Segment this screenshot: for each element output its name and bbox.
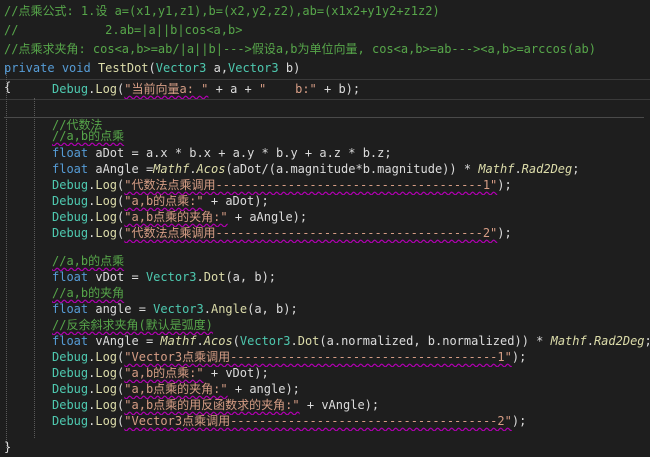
type-name: Mathf xyxy=(153,162,190,176)
method-name: TestDot xyxy=(97,61,149,75)
type-name: Vector3 xyxy=(228,61,279,75)
type-name: Vector3 xyxy=(239,334,291,348)
code-line[interactable]: Debug.Log("代数法点乘调用----------------------… xyxy=(52,224,650,243)
keyword: private xyxy=(4,61,55,75)
type-name: Debug xyxy=(52,382,89,396)
expression: a.x * b.x + a.y * b.y + a.z * b.z; xyxy=(145,146,392,160)
type-name: Mathf xyxy=(478,162,515,176)
type-name: Debug xyxy=(52,226,89,240)
keyword: void xyxy=(61,61,91,75)
method-name: Dot xyxy=(203,270,226,284)
method-name: Log xyxy=(95,178,118,192)
variable: vDot xyxy=(95,270,125,284)
type-name: Vector3 xyxy=(155,61,207,75)
type-name: Mathf xyxy=(550,334,587,348)
type-name: Debug xyxy=(52,82,89,96)
method-name: Log xyxy=(95,382,118,396)
string: "a,b点乘的用反函数求的夹角:" xyxy=(124,398,300,412)
comment: // 2.ab=|a||b|cos<a,b> xyxy=(4,23,243,37)
code-line[interactable]: //点乘求夹角: cos<a,b>=ab/|a||b|--->假设a,b为单位向… xyxy=(4,40,650,59)
method-name: Log xyxy=(95,210,118,224)
string: "当前向量a: " xyxy=(124,82,209,96)
expression: (a.normalized, b.normalized)) * xyxy=(319,334,551,348)
type-name: Debug xyxy=(52,414,89,428)
code-editor[interactable]: //点乘公式: 1.设 a=(x1,y1,z1),b=(x2,y2,z2),ab… xyxy=(0,0,650,455)
keyword: float xyxy=(52,302,89,316)
string: "Vector3点乘调用----------------------------… xyxy=(124,414,512,428)
comment: //点乘求夹角: cos<a,b>=ab/|a||b|--->假设a,b为单位向… xyxy=(4,42,596,56)
type-name: Debug xyxy=(52,398,89,412)
keyword: float xyxy=(52,334,89,348)
type-name: Vector3 xyxy=(153,302,204,316)
constant: Rad2Deg xyxy=(593,334,645,348)
string: "a,b点乘的夹角:" xyxy=(124,210,228,224)
type-name: Vector3 xyxy=(145,270,197,284)
type-name: Debug xyxy=(52,350,89,364)
brace: { xyxy=(4,80,12,94)
method-name: Acos xyxy=(203,334,233,348)
param: b xyxy=(285,61,294,75)
method-name: Log xyxy=(95,350,118,364)
type-name: Debug xyxy=(52,178,89,192)
param: a xyxy=(213,61,221,75)
method-name: Log xyxy=(95,398,118,412)
code-line[interactable]: Debug.Log("Vector3点乘调用------------------… xyxy=(52,412,650,431)
comment: //a,b的点乘 xyxy=(52,129,125,143)
code-line[interactable]: Debug.Log("当前向量a: " + a + " b:" + b); xyxy=(52,80,650,99)
method-name: Dot xyxy=(297,334,320,348)
type-name: Debug xyxy=(52,366,89,380)
comment: //a,b的点乘 xyxy=(52,254,125,268)
comment: //a,b的夹角 xyxy=(52,286,125,300)
code-line[interactable]: } xyxy=(4,438,650,457)
variable: aDot xyxy=(95,146,125,160)
method-name: Acos xyxy=(196,162,226,176)
method-name: Log xyxy=(95,82,118,96)
method-name: Log xyxy=(95,366,118,380)
string: "a,b的点乘:" xyxy=(124,366,204,380)
code-line[interactable]: private void TestDot(Vector3 a,Vector3 b… xyxy=(4,59,650,78)
keyword: float xyxy=(52,162,89,176)
method-name: Log xyxy=(95,194,118,208)
keyword: float xyxy=(52,270,89,284)
indent-guide xyxy=(6,68,7,448)
string: "代数法点乘调用--------------------------------… xyxy=(124,226,498,240)
type-name: Debug xyxy=(52,210,89,224)
variable: angle xyxy=(95,302,132,316)
string: "代数法点乘调用--------------------------------… xyxy=(124,178,498,192)
comment: //点乘公式: 1.设 a=(x1,y1,z1),b=(x2,y2,z2),ab… xyxy=(4,4,440,18)
string: " b:" xyxy=(258,82,317,96)
expression: (aDot/(a.magnitude*b.magnitude)) * xyxy=(225,162,479,176)
code-line[interactable]: //点乘公式: 1.设 a=(x1,y1,z1),b=(x2,y2,z2),ab… xyxy=(4,2,650,21)
constant: Rad2Deg xyxy=(521,162,573,176)
type-name: Mathf xyxy=(160,334,197,348)
string: "Vector3点乘调用----------------------------… xyxy=(124,350,512,364)
variable: vAngle xyxy=(95,334,139,348)
brace: } xyxy=(4,440,12,454)
string: "a,b的点乘:" xyxy=(124,194,204,208)
indent-guide xyxy=(34,98,35,438)
method-name: Angle xyxy=(210,302,248,316)
method-name: Log xyxy=(95,226,118,240)
keyword: float xyxy=(52,146,89,160)
string: "a,b点乘的夹角:" xyxy=(124,382,228,396)
comment: //反余斜求夹角(默认是弧度) xyxy=(52,318,213,332)
code-line[interactable]: // 2.ab=|a||b|cos<a,b> xyxy=(4,21,650,40)
type-name: Debug xyxy=(52,194,89,208)
method-name: Log xyxy=(95,414,118,428)
variable: aAngle xyxy=(95,162,139,176)
